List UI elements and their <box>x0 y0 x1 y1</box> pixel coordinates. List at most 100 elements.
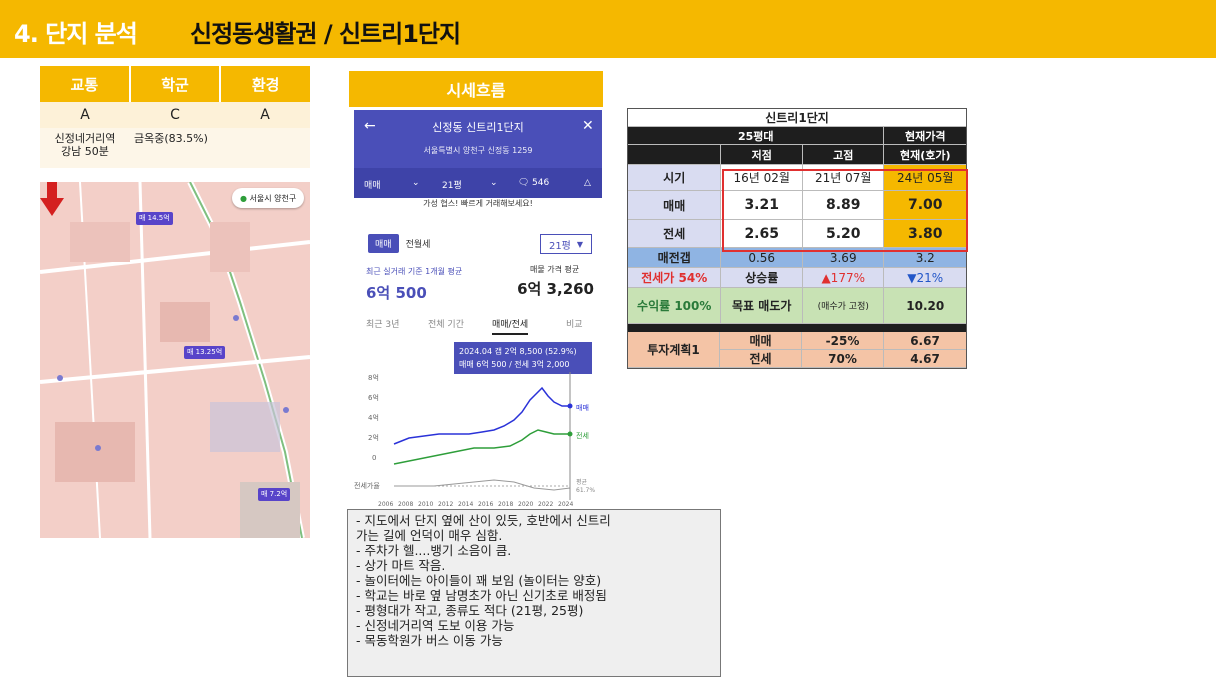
map-location-label: 서울시 양천구 <box>249 194 297 203</box>
x-tick: 2020 <box>518 501 533 508</box>
period-high: 21년 07월 <box>802 165 885 191</box>
chart-tooltip: 2024.04 갭 2억 8,500 (52.9%) 매매 6억 500 / 전… <box>454 342 592 374</box>
grade-school: C <box>170 107 180 123</box>
gap-current: 3.2 <box>884 248 966 268</box>
x-tick: 2014 <box>458 501 473 508</box>
table-title: 신트리1단지 <box>628 109 966 127</box>
app-address: 서울특별시 양천구 신정동 1259 <box>423 146 533 155</box>
ratio-series-line <box>394 479 571 491</box>
period-tabs: 최근 3년 전체 기간 매매/전세 비교 <box>354 314 602 336</box>
note-environment <box>220 128 310 168</box>
y-tick: 6억 <box>368 394 379 402</box>
price-history-chart: 8억 6억 4억 2억 0 매매 전세 전세가율 평균 61.7% 2006 2… <box>354 372 595 508</box>
jeonse-low: 2.65 <box>721 220 803 248</box>
plan-rows: 매매 -25% 6.67 전세 70% 4.67 <box>720 332 966 368</box>
comment-count[interactable]: 546 <box>532 178 549 188</box>
x-tick: 2022 <box>538 501 553 508</box>
yield-label: 수익률 100% <box>628 288 722 324</box>
table-divider <box>628 324 966 332</box>
app-complex-title: 신정동 신트리1단지 <box>432 121 524 134</box>
growth-high: ▲177% <box>802 268 885 288</box>
deal-segment: 매매 전월세 <box>368 234 437 253</box>
y-axis-ticks: 8억 6억 4억 2억 0 <box>368 374 379 462</box>
avg-price-value: 6억 3,260 <box>517 280 594 298</box>
chevron-down-icon: ⌄ <box>490 178 498 188</box>
map-price-tag[interactable]: 매 14.5억 <box>136 212 173 225</box>
ratio-label: 전세가율 <box>354 481 380 490</box>
plan-jeonse-label: 전세 <box>720 350 802 368</box>
current-price-header: 현재가격 <box>884 127 966 145</box>
map-location-chip[interactable]: ● 서울시 양천구 <box>232 188 305 208</box>
x-tick: 2016 <box>478 501 493 508</box>
col-current-header: 현재(호가) <box>884 145 966 165</box>
bell-icon[interactable]: △ <box>584 178 591 188</box>
avg-pct-value: 61.7% <box>576 487 595 494</box>
price-app-screenshot: ← 신정동 신트리1단지 ✕ 서울특별시 양천구 신정동 1259 매매 ⌄ 2… <box>354 110 602 510</box>
plan-jeonse-pct: 70% <box>802 350 884 368</box>
header-bar: 4. 단지 분석 신정동생활권 / 신트리1단지 <box>0 0 1216 58</box>
x-tick: 2008 <box>398 501 413 508</box>
plan-sale-label: 매매 <box>720 332 802 350</box>
neighborhood-map[interactable]: ● 서울시 양천구 매 14.5억 매 13.25억 매 7.2억 <box>40 182 310 538</box>
x-tick: 2018 <box>498 501 513 508</box>
gap-high: 3.69 <box>802 248 885 268</box>
target-price-label: 목표 매도가 <box>721 288 803 324</box>
filter-deal-type[interactable]: 매매 <box>364 178 381 191</box>
period-tab[interactable]: 최근 3년 <box>366 317 399 330</box>
note-item: - 주차가 헬....뱅기 소음이 큼. <box>356 543 512 558</box>
col-high-header: 고점 <box>802 145 885 165</box>
plan-sale-pct: -25% <box>802 332 884 350</box>
x-tick: 2010 <box>418 501 433 508</box>
map-price-tag[interactable]: 매 13.25억 <box>184 346 226 359</box>
close-icon[interactable]: ✕ <box>582 118 594 134</box>
note-item: - 평형대가 작고, 종류도 적다 (21평, 25평) <box>356 603 584 618</box>
seg-sale[interactable]: 매매 <box>368 234 399 253</box>
period-tab[interactable]: 매매/전세 <box>492 317 529 335</box>
note-item: - 신정네거리역 도보 이용 가능 <box>356 618 515 633</box>
sale-series-line <box>393 386 570 445</box>
period-tab[interactable]: 전체 기간 <box>428 317 464 330</box>
section-subtitle: 신정동생활권 / 신트리1단지 <box>190 20 461 48</box>
chevron-down-icon: ⌄ <box>412 178 420 188</box>
y-tick: 2억 <box>368 434 379 442</box>
recent-price-label: 최근 실거래 기준 1개월 평균 <box>366 267 463 276</box>
note-item: - 학교는 바로 옆 남명초가 아닌 신기초로 배정됨 <box>356 588 607 603</box>
jeonse-series-label: 전세 <box>576 431 589 440</box>
sale-high: 8.89 <box>802 191 885 220</box>
x-tick: 2006 <box>378 501 393 508</box>
growth-label: 상승률 <box>721 268 803 288</box>
down-arrow-icon <box>40 182 64 216</box>
size-label: 25평대 <box>628 127 885 145</box>
plan-jeonse-value: 4.67 <box>884 350 966 368</box>
map-price-tag[interactable]: 매 7.2억 <box>258 488 291 501</box>
gap-low: 0.56 <box>721 248 803 268</box>
filter-size[interactable]: 21평 <box>442 178 462 191</box>
sale-series-label: 매매 <box>576 404 589 412</box>
period-low: 16년 02월 <box>721 165 803 191</box>
map-graphics <box>40 182 310 538</box>
plan-label: 투자계획1 <box>628 332 720 368</box>
avg-price-label: 매물 가격 평균 <box>530 265 580 274</box>
jeonse-current: 3.80 <box>884 220 966 248</box>
rating-header-environment: 환경 <box>251 75 280 94</box>
seg-rent[interactable]: 전월세 <box>399 234 438 253</box>
comment-icon: 🗨 <box>518 178 530 188</box>
size-dropdown-value: 21평 <box>548 240 571 252</box>
grade-environment: A <box>260 107 270 123</box>
rating-table: 교통 학군 환경 A C A 신정네거리역 강남 50분 금옥중(83.5%) <box>40 66 310 168</box>
period-tab[interactable]: 비교 <box>566 317 583 330</box>
target-price-note: (매수가 고정) <box>802 288 885 324</box>
tooltip-line-1: 2024.04 갭 2억 8,500 (52.9%) <box>459 347 577 356</box>
jeonse-series-line <box>393 429 570 465</box>
price-flow-label: 시세흐름 <box>349 71 603 107</box>
rating-header-school: 학군 <box>131 66 222 102</box>
size-dropdown[interactable]: 21평 ▼ <box>540 234 592 254</box>
notes-box: - 지도에서 단지 옆에 산이 있듯, 호반에서 신트리 가는 길에 언덕이 매… <box>347 509 721 677</box>
x-tick: 2024 <box>558 501 573 508</box>
note-item: - 목동학원가 버스 이동 가능 <box>356 633 503 648</box>
location-pin-icon: ● <box>240 194 247 203</box>
y-tick: 8억 <box>368 374 379 382</box>
note-transport: 신정네거리역 강남 50분 <box>54 132 116 158</box>
investment-table: 신트리1단지 25평대 현재가격 저점 고점 현재(호가) 시기 16년 02월… <box>627 108 968 369</box>
note-school: 금옥중(83.5%) <box>134 132 208 145</box>
